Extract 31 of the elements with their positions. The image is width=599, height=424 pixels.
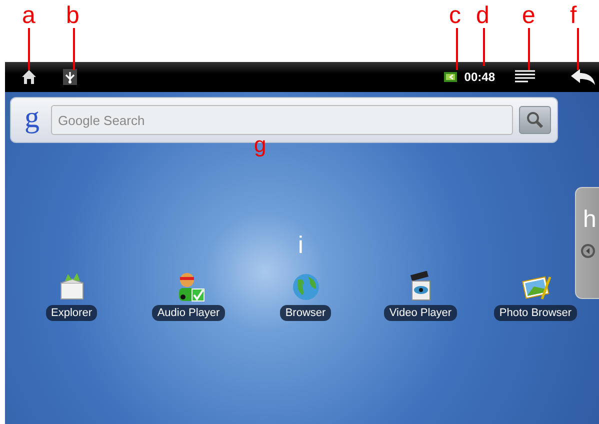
back-icon[interactable] [571, 69, 595, 85]
usb-icon [63, 69, 77, 85]
app-label[interactable]: Explorer [46, 305, 97, 321]
menu-icon[interactable] [515, 70, 535, 84]
callout-letter: d [476, 4, 490, 28]
search-field[interactable]: Google Search [51, 105, 513, 135]
app-label[interactable]: Video Player [384, 305, 457, 321]
callout-letter: f [570, 4, 577, 28]
app-label[interactable]: Photo Browser [494, 305, 577, 321]
leader-line [483, 28, 485, 66]
app-label[interactable]: Audio Player [152, 305, 225, 321]
callout-letter: a [22, 4, 36, 28]
callout-letter: i [298, 234, 304, 258]
drawer-handle[interactable] [575, 187, 599, 299]
callout-letter: h [583, 208, 596, 232]
search-logo: g [24, 103, 40, 133]
app-label[interactable]: Browser [280, 305, 331, 321]
callout-letter: e [522, 4, 536, 28]
callout-letter: c [449, 4, 461, 28]
leader-line [456, 28, 458, 70]
home-icon[interactable] [21, 69, 37, 85]
arrow-left-icon [580, 243, 596, 259]
clock-time: 00:48 [464, 70, 495, 84]
callout-letter: b [66, 4, 80, 28]
search-icon [526, 111, 544, 129]
battery-icon [444, 71, 458, 83]
leader-line [73, 28, 75, 70]
leader-line [577, 28, 579, 70]
leader-line [28, 28, 30, 70]
search-button[interactable] [519, 106, 551, 134]
leader-line [528, 28, 530, 70]
